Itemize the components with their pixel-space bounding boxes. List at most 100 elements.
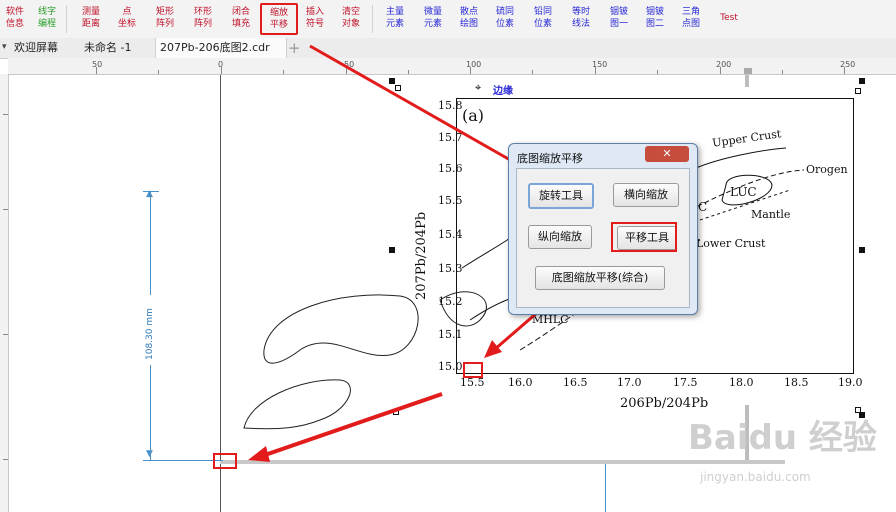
dialog-title: 底图缩放平移 (517, 152, 583, 165)
toolbar-closed-fill[interactable]: 闭合 填充 (226, 6, 256, 30)
toolbar-scatter-plot[interactable]: 散点 绘图 (454, 6, 484, 30)
toolbar-separator (66, 5, 67, 33)
toolbar-software-info[interactable]: 软件 信息 (0, 6, 30, 30)
selection-handle[interactable] (395, 85, 401, 91)
ruler-tick (532, 70, 533, 74)
toolbar-measure-distance[interactable]: 测量 距离 (76, 6, 106, 30)
ruler-tick (3, 209, 8, 210)
edge-label: 边缘 (493, 86, 513, 97)
y-tick-label: 15.3 (438, 262, 463, 275)
curve-label-lower-crust: Lower Crust (696, 237, 766, 250)
y-tick-label: 15.6 (438, 162, 463, 175)
ruler-tick (3, 334, 8, 335)
curve-label-c: C (698, 200, 708, 214)
y-tick-label: 15.4 (438, 228, 463, 241)
y-tick-label: 15.7 (438, 131, 463, 144)
curve-label-orogen: Orogen (806, 163, 848, 176)
tab-add-icon[interactable]: + (288, 38, 301, 58)
toolbar-test[interactable]: Test (714, 12, 744, 24)
ruler-label: 200 (716, 60, 732, 69)
y-tick-label: 15.2 (438, 295, 463, 308)
ruler-tick (3, 114, 8, 115)
dimension-cap (143, 460, 223, 461)
x-tick-label: 19.0 (838, 376, 863, 389)
rotate-tool-button[interactable]: 旋转工具 (528, 183, 594, 209)
y-tick-label: 15.5 (438, 194, 463, 207)
ruler-tick (782, 70, 783, 74)
toolbar-separator (372, 5, 373, 33)
dimension-label: 108.30 mm (145, 308, 155, 360)
toolbar-insert-symbol[interactable]: 插入 符号 (300, 6, 330, 30)
selection-handle[interactable] (859, 247, 865, 253)
selection-handle[interactable] (393, 409, 399, 415)
y-axis-label: 207Pb/204Pb (414, 211, 429, 300)
ruler-tick (470, 67, 471, 74)
toolbar-scale-pan[interactable]: 缩放 平移 (260, 3, 298, 35)
vertical-scale-button[interactable]: 纵向缩放 (528, 225, 592, 249)
ruler-tick (408, 70, 409, 74)
ruler-label: 100 (466, 60, 482, 69)
vertical-ruler[interactable] (0, 74, 9, 512)
x-axis-label: 206Pb/204Pb (620, 396, 709, 411)
ruler-tick (283, 70, 284, 74)
ruler-tick (221, 67, 222, 74)
page-left-edge (220, 75, 221, 512)
ruler-tick (844, 67, 845, 74)
toolbar-major-elements[interactable]: 主量 元素 (380, 6, 410, 30)
horizontal-scale-button[interactable]: 横向缩放 (613, 183, 679, 207)
highlight-plot-origin (463, 362, 483, 378)
selection-handle[interactable] (859, 78, 865, 84)
x-tick-label: 16.0 (508, 376, 533, 389)
curve-label-mantle: Mantle (751, 208, 791, 221)
x-tick-label: 18.5 (784, 376, 809, 389)
guide-line (605, 464, 606, 512)
ruler-label: 250 (840, 60, 856, 69)
baidu-watermark-url: jingyan.baidu.com (700, 470, 811, 484)
horizontal-ruler[interactable]: 50 0 50 100 150 200 250 (8, 58, 896, 75)
dimension-arrow-up-icon: ▲ (146, 189, 153, 199)
toolbar-trace-elements[interactable]: 微量 元素 (418, 6, 448, 30)
ruler-tick (96, 67, 97, 74)
toolbar-point-coordinate[interactable]: 点 坐标 (112, 6, 142, 30)
toolbar-line-programming[interactable]: 线字 编程 (32, 6, 62, 30)
toolbar-ternary-plot[interactable]: 三角 点图 (676, 6, 706, 30)
y-tick-label: 15.0 (438, 360, 463, 373)
y-tick-label: 15.1 (438, 328, 463, 341)
ruler-tick (720, 67, 721, 74)
tab-welcome[interactable]: 欢迎屏幕 (14, 38, 58, 58)
toolbar-clear-objects[interactable]: 清空 对象 (336, 6, 366, 30)
ruler-position-marker (744, 68, 752, 74)
tab-active-document[interactable]: 207Pb-206底图2.cdr (155, 38, 287, 58)
highlight-page-origin (213, 453, 237, 469)
ruler-tick (3, 459, 8, 460)
combined-scale-pan-button[interactable]: 底图缩放平移(综合) (535, 266, 665, 290)
toolbar: 软件 信息 线字 编程 测量 距离 点 坐标 矩形 阵列 环形 阵列 闭合 填充… (0, 0, 896, 39)
panel-label: (a) (462, 106, 485, 125)
page-bottom-edge (220, 460, 785, 464)
toolbar-lead-isotope[interactable]: 铅同 位素 (528, 6, 558, 30)
selection-handle[interactable] (389, 247, 395, 253)
dialog-close-button[interactable]: ✕ (645, 146, 689, 162)
tab-untitled[interactable]: 未命名 -1 (84, 38, 131, 58)
dimension-arrow-down-icon: ▼ (146, 449, 153, 459)
selection-handle[interactable] (389, 78, 395, 84)
x-tick-label: 17.5 (673, 376, 698, 389)
document-tab-bar: ▾ 欢迎屏幕 未命名 -1 207Pb-206底图2.cdr + (0, 38, 896, 59)
ruler-label: 50 (92, 60, 103, 69)
toolbar-diagram-one[interactable]: 铟铍 图一 (604, 6, 634, 30)
toolbar-diagram-two[interactable]: 铟铍 图二 (640, 6, 670, 30)
toolbar-sulfur-isotope[interactable]: 硫同 位素 (490, 6, 520, 30)
toolbar-rect-array[interactable]: 矩形 阵列 (150, 6, 180, 30)
toolbar-ring-array[interactable]: 环形 阵列 (188, 6, 218, 30)
selection-handle[interactable] (855, 88, 861, 94)
crosshair-icon: ⌖ (475, 81, 482, 94)
page-right-marker (745, 75, 749, 87)
curve-label-luc: LUC (730, 185, 757, 199)
y-tick-label: 15.8 (438, 99, 463, 112)
ruler-tick (346, 67, 347, 74)
tab-dropdown-icon[interactable]: ▾ (2, 42, 7, 52)
x-tick-label: 16.5 (563, 376, 588, 389)
highlight-pan-tool (611, 222, 677, 252)
toolbar-isochron[interactable]: 等时 线法 (566, 6, 596, 30)
x-tick-label: 18.0 (729, 376, 754, 389)
